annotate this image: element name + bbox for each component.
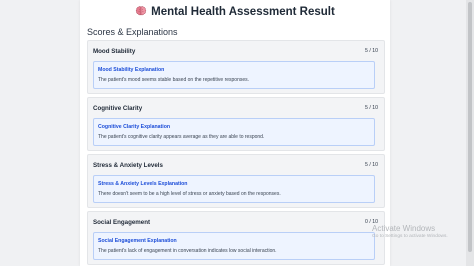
page-title: Mental Health Assessment Result	[151, 6, 335, 18]
explanation-box: Cognitive Clarity Explanation The patien…	[93, 118, 375, 146]
category-score: 5 / 10	[365, 162, 378, 168]
explanation-title: Mood Stability Explanation	[98, 67, 165, 73]
category-cognitive-clarity: Cognitive Clarity 5 / 10 Cognitive Clari…	[87, 97, 385, 151]
category-score: 5 / 10	[365, 48, 378, 54]
page: Mental Health Assessment Result Scores &…	[0, 0, 474, 266]
watermark-title: Activate Windows	[372, 224, 436, 233]
explanation-title: Cognitive Clarity Explanation	[98, 124, 171, 130]
explanation-box: Mood Stability Explanation The patient's…	[93, 61, 375, 89]
brain-icon	[136, 6, 147, 16]
explanation-box: Social Engagement Explanation The patien…	[93, 232, 375, 260]
explanation-title: Social Engagement Explanation	[98, 238, 177, 244]
result-card: Mental Health Assessment Result Scores &…	[80, 0, 390, 266]
category-stress-anxiety: Stress & Anxiety Levels 5 / 10 Stress & …	[87, 154, 385, 208]
explanation-text: There doesn't seem to be a high level of…	[98, 191, 281, 197]
watermark-subtitle: Go to Settings to activate Windows.	[372, 234, 448, 239]
category-score: 5 / 10	[365, 105, 378, 111]
explanation-title: Stress & Anxiety Levels Explanation	[98, 181, 188, 187]
explanation-text: The patient's lack of engagement in conv…	[98, 248, 277, 254]
scrollbar-thumb[interactable]	[468, 2, 472, 252]
activate-windows-watermark: Activate Windows Go to Settings to activ…	[372, 224, 448, 239]
explanation-text: The patient's cognitive clarity appears …	[98, 134, 265, 140]
category-mood-stability: Mood Stability 5 / 10 Mood Stability Exp…	[87, 40, 385, 94]
category-name: Social Engagement	[93, 219, 151, 226]
category-name: Mood Stability	[93, 48, 136, 55]
category-name: Cognitive Clarity	[93, 105, 143, 112]
explanation-text: The patient's mood seems stable based on…	[98, 77, 250, 83]
page-title-row: Mental Health Assessment Result	[80, 5, 390, 18]
category-name: Stress & Anxiety Levels	[93, 162, 163, 169]
category-social-engagement: Social Engagement 0 / 10 Social Engageme…	[87, 211, 385, 265]
explanation-box: Stress & Anxiety Levels Explanation Ther…	[93, 175, 375, 203]
section-heading: Scores & Explanations	[87, 27, 178, 37]
